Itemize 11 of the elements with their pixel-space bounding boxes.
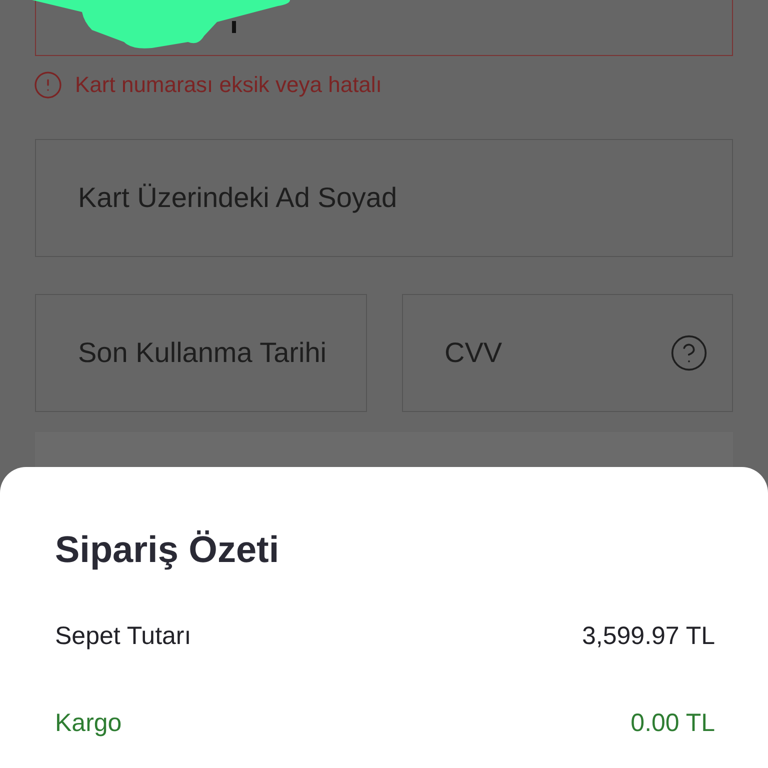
sheet-title: Sipariş Özeti: [55, 531, 280, 568]
name-field[interactable]: Kart Üzerindeki Ad Soyad: [35, 139, 733, 257]
help-icon[interactable]: [669, 333, 709, 373]
alert-icon: [33, 70, 63, 100]
error-message: Kart numarası eksik veya hatalı: [75, 74, 382, 96]
summary-label: Kargo: [55, 711, 122, 736]
expiry-date-field[interactable]: Son Kullanma Tarihi: [35, 294, 366, 412]
summary-value: 0.00 TL: [630, 711, 715, 736]
summary-value: 3,599.97 TL: [582, 624, 715, 649]
cvv-field[interactable]: CVV: [402, 294, 733, 412]
summary-label: Sepet Tutarı: [55, 624, 192, 649]
